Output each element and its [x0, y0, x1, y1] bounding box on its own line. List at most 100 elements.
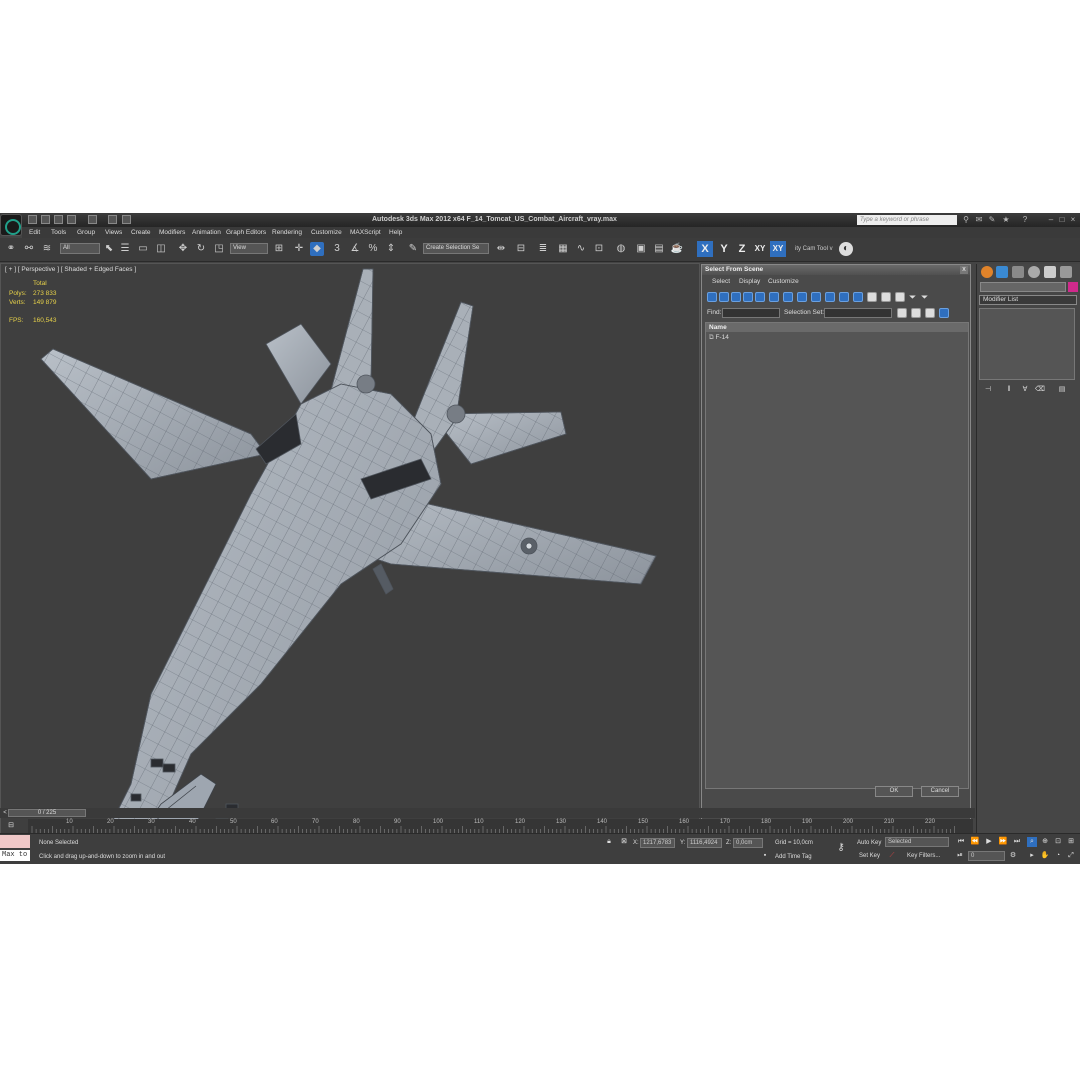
motion-tab-icon[interactable]	[1028, 266, 1040, 278]
key-filters-button[interactable]: Key Filters...	[907, 853, 940, 859]
go-to-end-icon[interactable]: ⏭	[1012, 837, 1022, 847]
key-mode-dropdown[interactable]: Selected	[885, 837, 949, 847]
key-filters-icon[interactable]: ⟋	[887, 851, 897, 861]
zoom-all-icon[interactable]: ⊕	[1040, 837, 1050, 847]
display-bones-icon[interactable]	[811, 292, 821, 302]
constrain-xy-button[interactable]: XY	[752, 241, 768, 257]
percent-snap-icon[interactable]: %	[366, 242, 380, 256]
time-slider-thumb[interactable]: 0 / 225	[8, 809, 86, 817]
display-cameras-icon[interactable]	[743, 292, 753, 302]
key-icon[interactable]: ⚷	[836, 843, 846, 853]
display-groups-icon[interactable]	[783, 292, 793, 302]
tools-icon[interactable]: ✎	[988, 216, 996, 224]
filter-options-icon[interactable]: ⏷	[920, 292, 930, 302]
configure-sets-icon[interactable]: ▤	[1057, 385, 1067, 395]
zoom-icon[interactable]: ⌕	[1027, 837, 1037, 847]
key-mode-toggle-icon[interactable]: ⏯	[955, 851, 965, 861]
modifier-list-dropdown[interactable]: Modifier List	[979, 295, 1077, 305]
lock-selection-icon[interactable]: 🔒︎	[604, 837, 614, 847]
cancel-button[interactable]: Cancel	[921, 786, 959, 797]
set-key-button[interactable]: Set Key	[859, 853, 880, 859]
display-tab-icon[interactable]	[1044, 266, 1056, 278]
new-file-icon[interactable]	[28, 215, 37, 224]
open-file-icon[interactable]	[41, 215, 50, 224]
maxscript-input[interactable]: Max to	[0, 850, 30, 861]
time-tag-icon[interactable]: ▪	[760, 851, 770, 861]
schematic-view-icon[interactable]: ⊡	[592, 242, 606, 256]
remove-modifier-icon[interactable]: ⌫	[1035, 385, 1045, 395]
binoculars-icon[interactable]: ⚲	[962, 216, 970, 224]
dialog-close-button[interactable]: x	[960, 266, 968, 274]
selection-set-dropdown[interactable]	[824, 308, 892, 318]
rectangular-selection-icon[interactable]: ▭	[136, 242, 150, 256]
display-all-icon[interactable]	[867, 292, 877, 302]
show-end-result-icon[interactable]: ‖	[1004, 385, 1014, 395]
previous-frame-icon[interactable]: ⏪	[970, 837, 980, 847]
constrain-x-button[interactable]: X	[697, 241, 713, 257]
dialog-menu-select[interactable]: Select	[712, 278, 730, 285]
display-containers-icon[interactable]	[825, 292, 835, 302]
undo-icon[interactable]	[67, 215, 76, 224]
maxscript-listener-mini[interactable]	[0, 835, 30, 848]
select-influences-icon[interactable]	[925, 308, 935, 318]
named-selection-set-dropdown[interactable]: Create Selection Se	[423, 243, 489, 254]
window-crossing-icon[interactable]: ◫	[154, 242, 168, 256]
save-file-icon[interactable]	[54, 215, 63, 224]
sort-icon[interactable]	[939, 308, 949, 318]
app-logo-icon[interactable]	[0, 214, 22, 236]
create-tab-icon[interactable]	[981, 266, 993, 278]
graphite-modeling-icon[interactable]: ▦	[556, 242, 570, 256]
project-folder-icon[interactable]	[108, 215, 117, 224]
time-configuration-icon[interactable]: ⚙	[1008, 851, 1018, 861]
constrain-z-button[interactable]: Z	[734, 241, 750, 257]
pan-view-icon[interactable]: ✋	[1040, 851, 1050, 861]
render-setup-icon[interactable]: ▣	[634, 242, 648, 256]
menu-maxscript[interactable]: MAXScript	[350, 229, 381, 236]
display-space-warps-icon[interactable]	[769, 292, 779, 302]
communication-icon[interactable]: ✉	[975, 216, 983, 224]
search-input[interactable]: Type a keyword or phrase	[857, 215, 957, 225]
menu-animation[interactable]: Animation	[192, 229, 221, 236]
menu-help[interactable]: Help	[389, 229, 402, 236]
filter-icon[interactable]: ⏷	[908, 292, 918, 302]
play-icon[interactable]: ▶	[984, 837, 994, 847]
object-list[interactable]: Name ⧉ F-14	[705, 322, 969, 789]
select-dependents-icon[interactable]	[911, 308, 921, 318]
menu-group[interactable]: Group	[77, 229, 95, 236]
snaps-toggle-icon[interactable]: 3	[330, 242, 344, 256]
modify-tab-icon[interactable]	[996, 266, 1008, 278]
select-by-name-icon[interactable]: ☰	[118, 242, 132, 256]
display-invert-icon[interactable]	[895, 292, 905, 302]
z-coordinate-field[interactable]: 0,0cm	[733, 838, 763, 848]
angle-snap-icon[interactable]: ∡	[348, 242, 362, 256]
maximize-viewport-icon[interactable]: ⤢	[1066, 851, 1076, 861]
aircraft-model[interactable]	[1, 264, 701, 864]
align-icon[interactable]: ⊟	[514, 242, 528, 256]
menu-tools[interactable]: Tools	[51, 229, 66, 236]
spinner-snap-icon[interactable]: ⇕	[384, 242, 398, 256]
zoom-extents-all-icon[interactable]: ⊞	[1066, 837, 1076, 847]
find-input[interactable]	[722, 308, 780, 318]
zoom-extents-icon[interactable]: ⊡	[1053, 837, 1063, 847]
help-icon[interactable]: ?	[1021, 216, 1029, 224]
mirror-icon[interactable]: ⇹	[494, 242, 508, 256]
object-color-swatch[interactable]	[1068, 282, 1078, 292]
constrain-y-button[interactable]: Y	[716, 241, 732, 257]
camera-tool-icon[interactable]: ◐	[839, 242, 853, 256]
selection-filter-dropdown[interactable]: All	[60, 243, 100, 254]
x-coordinate-field[interactable]: 1217,6783	[640, 838, 675, 848]
modifier-stack[interactable]	[979, 308, 1075, 380]
time-slider[interactable]: < 0 / 225	[0, 808, 975, 818]
pin-stack-icon[interactable]: ⊣	[983, 385, 993, 395]
menu-views[interactable]: Views	[105, 229, 122, 236]
go-to-start-icon[interactable]: ⏮	[956, 837, 966, 847]
display-helpers-icon[interactable]	[755, 292, 765, 302]
dialog-menu-customize[interactable]: Customize	[768, 278, 799, 285]
display-geometry-icon[interactable]	[707, 292, 717, 302]
select-manipulate-icon[interactable]: ✛	[292, 242, 306, 256]
y-coordinate-field[interactable]: 1116,4924	[687, 838, 722, 848]
track-bar[interactable]: 10 20 30 40 50 60 70 80 90 100 110 120 1…	[28, 819, 973, 833]
edit-named-selection-icon[interactable]: ✎	[406, 242, 420, 256]
link-icon[interactable]: ⚭	[4, 242, 18, 256]
auto-key-button[interactable]: Auto Key	[857, 840, 881, 846]
